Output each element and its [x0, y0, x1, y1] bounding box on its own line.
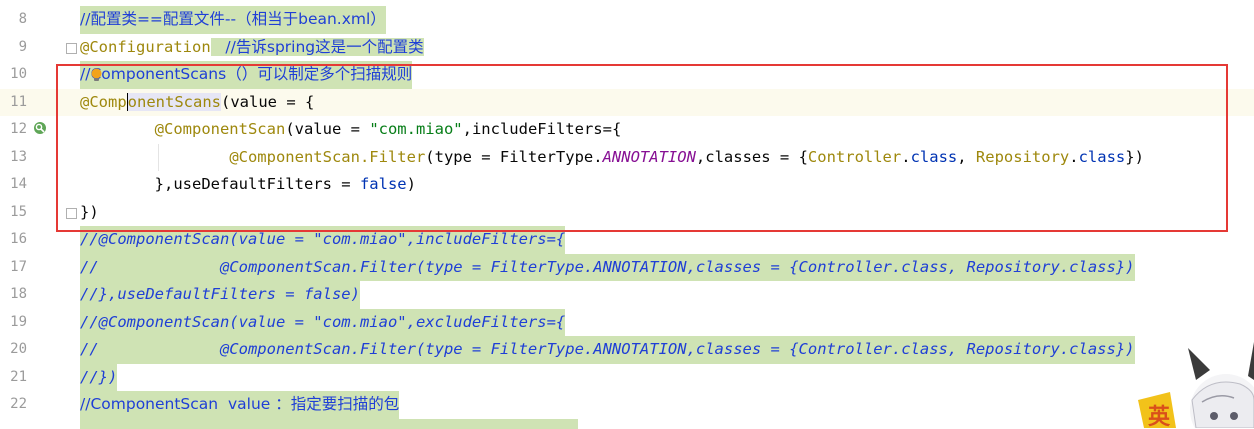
line-number: 12 — [10, 121, 27, 137]
line-number: 17 — [10, 258, 27, 275]
code-text: //@ComponentScan(value = "com.miao",excl… — [80, 308, 566, 336]
line-number: 18 — [10, 286, 27, 302]
code-line[interactable]: 10 //ComponentScans（）可以制定多个扫描规则 — [0, 61, 1254, 89]
code-line[interactable]: 9 @Configuration //告诉spring这是一个配置类 — [0, 34, 1254, 62]
code-text: //配置类==配置文件--（相当于bean.xml） — [80, 6, 386, 34]
line-number: 14 — [10, 176, 27, 192]
code-line-current[interactable]: 11 @ComponentScans(value = { — [0, 88, 1254, 116]
spring-bean-gutter-icon[interactable] — [33, 121, 47, 135]
code-line[interactable]: 14 },useDefaultFilters = false) — [0, 171, 1254, 199]
line-number: 15 — [10, 203, 27, 220]
code-text: }) — [80, 202, 99, 221]
line-number: 20 — [10, 341, 27, 357]
line-number: 9 — [18, 38, 27, 55]
line-number: 10 — [10, 66, 27, 82]
fold-marker-icon[interactable] — [66, 42, 77, 54]
code-line[interactable]: 21 //}) — [0, 363, 1254, 391]
code-line[interactable]: 18 //},useDefaultFilters = false) — [0, 281, 1254, 309]
line-number: 11 — [10, 93, 27, 110]
code-text: // @ComponentScan.Filter(type = FilterTy… — [80, 253, 1135, 281]
line-number: 21 — [10, 368, 27, 385]
code-text: //ComponentScan value ：指定要扫描的包 — [80, 391, 400, 419]
code-line[interactable]: 12 @ComponentScan(value = "com.miao",inc… — [0, 116, 1254, 144]
code-text: // @ComponentScan.Filter(type = FilterTy… — [80, 336, 1135, 364]
lightbulb-icon[interactable] — [90, 68, 103, 82]
code-text: @ComponentScan(value = "com.miao",includ… — [154, 120, 622, 138]
code-line[interactable]: 19 //@ComponentScan(value = "com.miao",e… — [0, 308, 1254, 336]
line-number: 16 — [10, 231, 27, 247]
code-text: //@ComponentScan(value = "com.miao",incl… — [80, 226, 566, 254]
anime-mascot-icon: 英 — [1138, 342, 1254, 428]
code-text: //}) — [80, 363, 118, 391]
code-text: @ComponentScan.Filter(type = FilterType.… — [229, 147, 1144, 166]
code-line[interactable]: 17 // @ComponentScan.Filter(type = Filte… — [0, 253, 1254, 281]
code-line[interactable]: 15 }) — [0, 199, 1254, 227]
line-number: 22 — [10, 396, 27, 412]
code-text: //},useDefaultFilters = false) — [80, 281, 360, 309]
line-number: 13 — [10, 148, 27, 165]
line-number: 19 — [10, 313, 27, 330]
code-text: @Configuration //告诉spring这是一个配置类 — [80, 37, 424, 56]
next-line-highlight — [80, 418, 578, 429]
code-text: },useDefaultFilters = false) — [154, 175, 416, 193]
code-line[interactable]: 16 //@ComponentScan(value = "com.miao",i… — [0, 226, 1254, 254]
code-text: //ComponentScans（）可以制定多个扫描规则 — [80, 61, 413, 89]
code-text: @ComponentScans(value = { — [80, 92, 315, 111]
code-line[interactable]: 13 @ComponentScan.Filter(type = FilterTy… — [0, 144, 1254, 172]
code-line[interactable]: 20 // @ComponentScan.Filter(type = Filte… — [0, 336, 1254, 364]
code-line[interactable]: 8 //配置类==配置文件--（相当于bean.xml） — [0, 6, 1254, 34]
indent-guide — [158, 143, 159, 171]
ime-badge: 英 — [1148, 405, 1171, 428]
code-line[interactable]: 22 //ComponentScan value ：指定要扫描的包 — [0, 391, 1254, 419]
line-number: 8 — [18, 11, 27, 27]
fold-marker-icon[interactable] — [66, 207, 77, 219]
